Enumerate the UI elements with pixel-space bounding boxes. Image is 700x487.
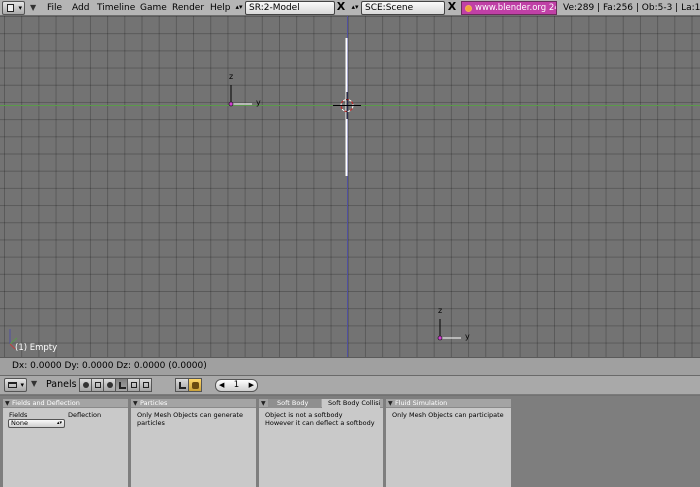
menu-timeline[interactable]: Timeline — [97, 0, 135, 16]
soft-body-message-1: Object is not a softbody — [265, 411, 343, 419]
transform-status: Dx: 0.0000 Dy: 0.0000 Dz: 0.0000 (0.0000… — [0, 357, 700, 376]
fluid-simulation-panel: ▼ Fluid Simulation Only Mesh Objects can… — [386, 399, 511, 487]
field-type-dropdown[interactable]: None ▴▾ — [8, 419, 65, 428]
chevron-down-icon: ▾ — [18, 4, 22, 12]
context-buttons — [79, 378, 152, 392]
subcontext-buttons — [175, 378, 202, 392]
particles-message: Only Mesh Objects can generate particles — [137, 411, 243, 427]
increment-arrow-icon[interactable]: ▶ — [249, 380, 254, 391]
menu-add[interactable]: Add — [72, 0, 89, 16]
collapse-panel-icon[interactable]: ▼ — [261, 399, 266, 408]
scene-delete-button[interactable]: X — [446, 1, 458, 15]
soft-body-panel: ▼ Soft Body Soft Body Collisio Object is… — [259, 399, 383, 487]
panel-header[interactable]: ▼ Fluid Simulation — [386, 399, 511, 408]
blender-logo-icon — [465, 5, 472, 12]
info-window-icon — [7, 4, 14, 12]
physics-subcontext-button[interactable] — [188, 378, 202, 392]
menu-game[interactable]: Game — [140, 0, 167, 16]
scene-browse-button[interactable]: ▴▾ — [350, 1, 360, 15]
blender-logo-link[interactable]: www.blender.org 243 — [461, 1, 557, 15]
shading-icon — [107, 382, 113, 388]
dropdown-arrow-icon: ▴▾ — [56, 420, 62, 426]
empty-object-2[interactable] — [437, 319, 461, 341]
scene-stats: Ve:289 | Fa:256 | Ob:5-3 | La:1 | M — [563, 3, 700, 13]
scene-context-button[interactable] — [139, 378, 152, 392]
buttons-window-icon — [8, 382, 17, 388]
panel-header: ▼ Soft Body Soft Body Collisio — [259, 399, 383, 409]
collapse-panel-icon[interactable]: ▼ — [388, 399, 393, 408]
fields-label: Fields — [9, 411, 28, 419]
deflection-label: Deflection — [68, 411, 102, 419]
empty-2-z-label: z — [438, 306, 443, 315]
scene-icon — [143, 382, 149, 388]
menu-help[interactable]: Help — [210, 0, 231, 16]
panel-body: Only Mesh Objects can participate — [386, 408, 511, 422]
fluid-message: Only Mesh Objects can participate — [392, 411, 504, 419]
soft-body-message-2: However it can deflect a softbody — [265, 419, 375, 427]
collapse-panel-icon[interactable]: ▼ — [5, 399, 10, 408]
empty-object-1[interactable] — [228, 85, 252, 107]
3d-viewport[interactable]: z y z y (1) Empty — [0, 16, 700, 357]
viewport-canvas — [0, 16, 700, 357]
panel-title: Fluid Simulation — [395, 399, 448, 407]
screen-browse-button[interactable]: ▴▾ — [234, 1, 244, 15]
particles-panel: ▼ Particles Only Mesh Objects can genera… — [131, 399, 256, 487]
collapse-header-icon[interactable]: ▼ — [31, 379, 37, 388]
object-icon — [119, 382, 126, 389]
frame-number-field[interactable]: ◀ 1 ▶ — [215, 379, 258, 392]
object-axis-icon — [179, 382, 186, 389]
script-icon — [95, 382, 101, 388]
screen-name-field[interactable]: SR:2-Model — [245, 1, 335, 15]
collapse-panel-icon[interactable]: ▼ — [133, 399, 138, 408]
chevron-down-icon: ▾ — [20, 381, 24, 389]
top-header: ▾ ▼ File Add Timeline Game Render Help ▴… — [0, 0, 700, 16]
screen-delete-button[interactable]: X — [335, 1, 347, 15]
decrement-arrow-icon[interactable]: ◀ — [219, 380, 224, 391]
panel-header[interactable]: ▼ Fields and Deflection — [3, 399, 128, 408]
buttons-panels-area: ▼ Fields and Deflection Fields Deflectio… — [0, 396, 700, 487]
panel-body: Only Mesh Objects can generate particles — [131, 408, 256, 430]
menu-render[interactable]: Render — [172, 0, 204, 16]
window-type-menu[interactable]: ▾ — [2, 1, 25, 15]
fields-deflection-panel: ▼ Fields and Deflection Fields Deflectio… — [3, 399, 128, 487]
empty-1-z-label: z — [229, 72, 234, 81]
field-type-value: None — [11, 419, 28, 427]
panel-body: Fields Deflection None ▴▾ — [3, 408, 128, 486]
buttons-window-type-menu[interactable]: ▾ — [4, 378, 27, 392]
active-object-label: (1) Empty — [15, 343, 58, 353]
panel-header[interactable]: ▼ Particles — [131, 399, 256, 408]
physics-icon — [192, 382, 199, 389]
logic-icon — [83, 382, 89, 388]
object-subcontext-button[interactable] — [175, 378, 189, 392]
panel-body: Object is not a softbody However it can … — [259, 408, 383, 430]
tab-soft-body[interactable]: Soft Body — [268, 399, 321, 408]
logo-text: www.blender.org 243 — [475, 3, 557, 13]
3d-cursor[interactable] — [333, 92, 361, 119]
panels-label: Panels — [46, 379, 77, 390]
panel-title: Particles — [140, 399, 168, 407]
empty-2-y-label: y — [465, 332, 470, 341]
collapse-header-icon[interactable]: ▼ — [30, 0, 38, 16]
buttons-window-header: ▾ ▼ Panels ◀ 1 ▶ — [0, 376, 700, 395]
frame-value: 1 — [233, 380, 240, 390]
empty-1-y-label: y — [256, 98, 261, 107]
panel-title: Fields and Deflection — [12, 399, 80, 407]
scene-name-field[interactable]: SCE:Scene — [361, 1, 445, 15]
editing-icon — [131, 382, 137, 388]
menu-file[interactable]: File — [47, 0, 62, 16]
